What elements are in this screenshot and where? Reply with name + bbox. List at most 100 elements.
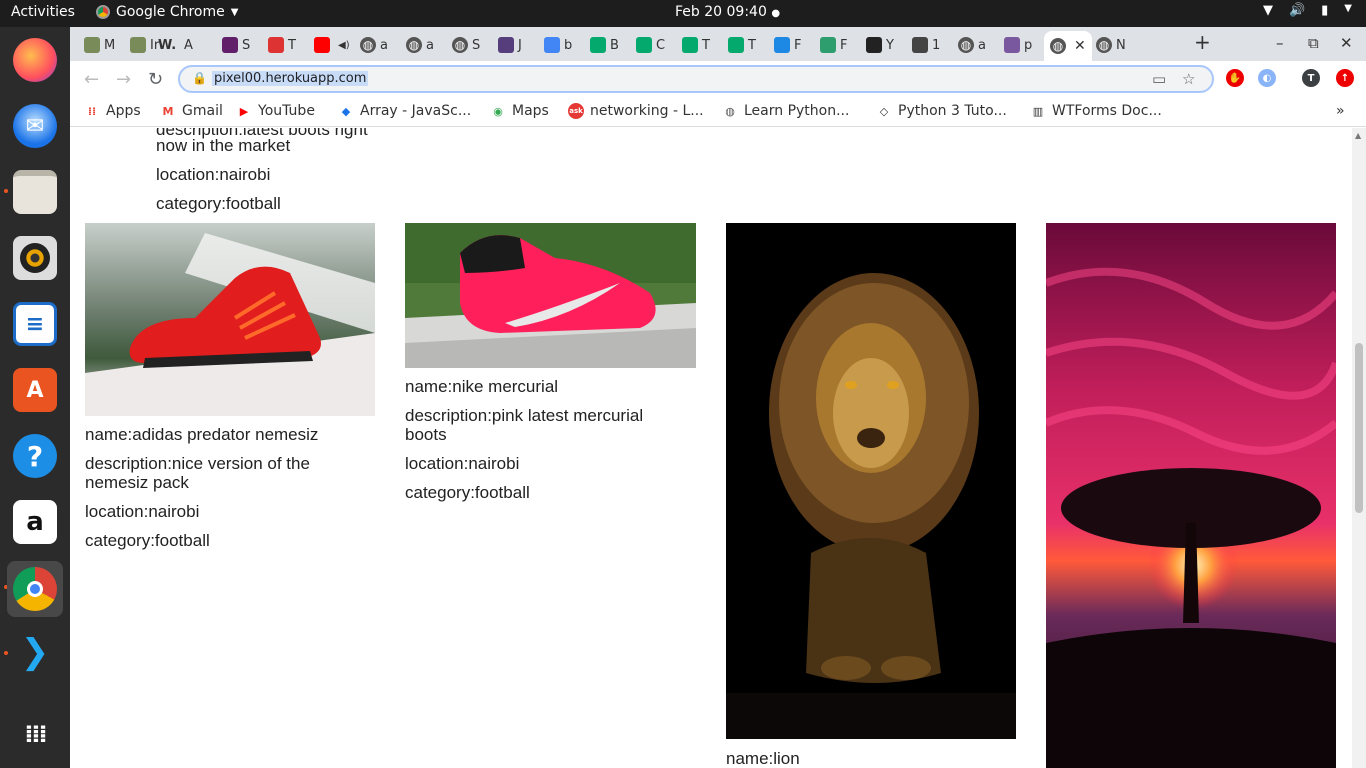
forward-icon[interactable]: → [116,69,131,90]
profile-avatar[interactable]: T [1302,69,1320,87]
browser-tab[interactable]: C [636,33,665,57]
bookmark-item[interactable]: ◍ Learn Python... [722,103,849,119]
system-menu[interactable]: ▼ 🔊 ▮ ▼ [1263,3,1352,18]
bookmark-item[interactable]: ask networking - L... [568,103,704,119]
new-tab-button[interactable]: + [1194,30,1211,54]
tab-label: Y [886,37,894,53]
dock-help[interactable]: ? [10,431,60,481]
bookmark-label: Apps [106,103,141,119]
bookmark-label: Gmail [182,103,223,119]
extension-icon[interactable]: ◐ [1258,69,1276,87]
bookmark-item[interactable]: ◉ Maps [490,103,549,119]
browser-tab[interactable]: b [544,33,572,57]
tab-close-icon[interactable]: ✕ [1074,38,1086,54]
scroll-up-icon[interactable]: ▲ [1355,131,1361,140]
url-text[interactable]: pixel00.herokuapp.com [212,71,369,86]
bookmark-item[interactable]: ▶ YouTube [236,103,315,119]
dock-thunderbird[interactable]: ✉ [10,101,60,151]
tab-label: 1 [932,37,941,53]
bootstrap-icon [498,37,514,53]
bookmark-item[interactable]: M Gmail [160,103,223,119]
browser-tab[interactable]: T [682,33,710,57]
star-icon[interactable]: ☆ [1182,70,1195,88]
card-name: name:lion [726,749,800,768]
plant-icon [130,37,146,53]
browser-tab[interactable]: ◍ N [1096,33,1126,57]
vscode-icon: ❯ [13,630,57,674]
gnome-top-bar: Activities Google Chrome ▼ Feb 20 09:40 … [0,0,1366,27]
browser-tab[interactable]: ◍ a [958,33,986,57]
cast-icon[interactable]: ▭ [1152,70,1166,88]
browser-tab[interactable]: ◍ a [360,33,388,57]
update-icon[interactable]: ↑ [1336,69,1354,87]
browser-tab[interactable]: Y [866,33,894,57]
lock-icon[interactable]: 🔒 [192,71,207,85]
browser-tab[interactable]: p [1004,33,1032,57]
browser-tab[interactable]: 1 [912,33,940,57]
ask-icon: ask [568,103,584,119]
reload-icon[interactable]: ↻ [148,69,163,90]
browser-tab[interactable]: J [498,33,522,57]
browser-tab[interactable]: F [774,33,801,57]
browser-tab[interactable]: F [820,33,847,57]
app-menu[interactable]: Google Chrome ▼ [96,4,238,20]
chrome-icon [96,5,110,19]
clock[interactable]: Feb 20 09:40 ● [675,4,780,20]
dock-software[interactable]: A [10,365,60,415]
browser-tab[interactable]: ◍ S [452,33,480,57]
tab-label: J [518,37,522,53]
thunderbird-icon: ✉ [13,104,57,148]
dock-rhythmbox[interactable] [10,233,60,283]
globe-icon: ◍ [725,104,735,118]
browser-tab[interactable]: T [268,33,296,57]
bookmark-item[interactable]: ▥ WTForms Doc... [1030,103,1162,119]
page-scrollbar[interactable]: ▲ [1352,128,1366,768]
card-description: description:pink latest mercurial [405,406,644,425]
mdn-icon: ◆ [341,104,351,118]
address-bar[interactable]: 🔒 pixel00.herokuapp.com ▭ ☆ [178,65,1214,93]
tab-label: a [978,37,986,53]
adblock-icon[interactable]: ✋ [1226,69,1244,87]
bookmark-label: YouTube [258,103,315,119]
activities-button[interactable]: Activities [11,4,75,20]
chrome-icon [13,567,57,611]
tab-label: B [610,37,619,53]
maximize-button[interactable]: ⧉ [1308,34,1319,52]
card-name: name:adidas predator nemesiz [85,425,319,444]
app-menu-label: Google Chrome [116,4,225,20]
globe-icon: ◍ [1050,38,1066,54]
dock-files[interactable] [10,167,60,217]
book-icon [912,37,928,53]
slack-icon [222,37,238,53]
tab-label: T [702,37,710,53]
dock-chrome[interactable] [7,561,63,617]
minimize-button[interactable]: – [1276,34,1284,52]
browser-tab[interactable]: B [590,33,619,57]
browser-tab[interactable]: Ir [130,33,159,57]
dock-writer[interactable]: ≡ [10,299,60,349]
back-icon[interactable]: ← [84,69,99,90]
dock-amazon[interactable]: a [10,497,60,547]
bookmarks-bar: ⁞⁞ Apps M Gmail ▶ YouTube ◆ Array - JavaSc... ◉ M… [70,97,1366,127]
scrollbar-thumb[interactable] [1355,343,1363,513]
page-content: description:latest boots right now in th… [70,128,1352,768]
browser-tab[interactable]: S [222,33,250,57]
tab-strip: M Ir W. A S T ◀) ◍ a ◍ a ◍ S Jb B C T T F F Y 1 ◍ a p ◍ ✕ ◍ N + – ⧉ ✕ [70,27,1366,61]
google-icon [544,37,560,53]
bookmark-item[interactable]: ◇ Python 3 Tuto... [876,103,1007,119]
dock-vscode[interactable]: ❯ [10,627,60,677]
bookmarks-overflow-icon[interactable]: » [1336,103,1345,119]
browser-tab[interactable]: ◀) [314,33,350,57]
browser-tab[interactable]: T [728,33,756,57]
browser-tab[interactable]: W. A [158,33,193,57]
bookmark-item[interactable]: ◆ Array - JavaSc... [338,103,471,119]
browser-tab[interactable]: ◍ a [406,33,434,57]
firefox-icon [13,38,57,82]
close-button[interactable]: ✕ [1340,34,1353,52]
dock-firefox[interactable] [10,35,60,85]
show-apps-button[interactable]: ⁞⁞⁞ [10,709,60,759]
browser-tab[interactable]: M [84,33,115,57]
browser-tab[interactable]: ◍ ✕ [1044,31,1092,61]
tab-glyph: W. [158,37,177,53]
bookmark-item[interactable]: ⁞⁞ Apps [84,103,141,119]
